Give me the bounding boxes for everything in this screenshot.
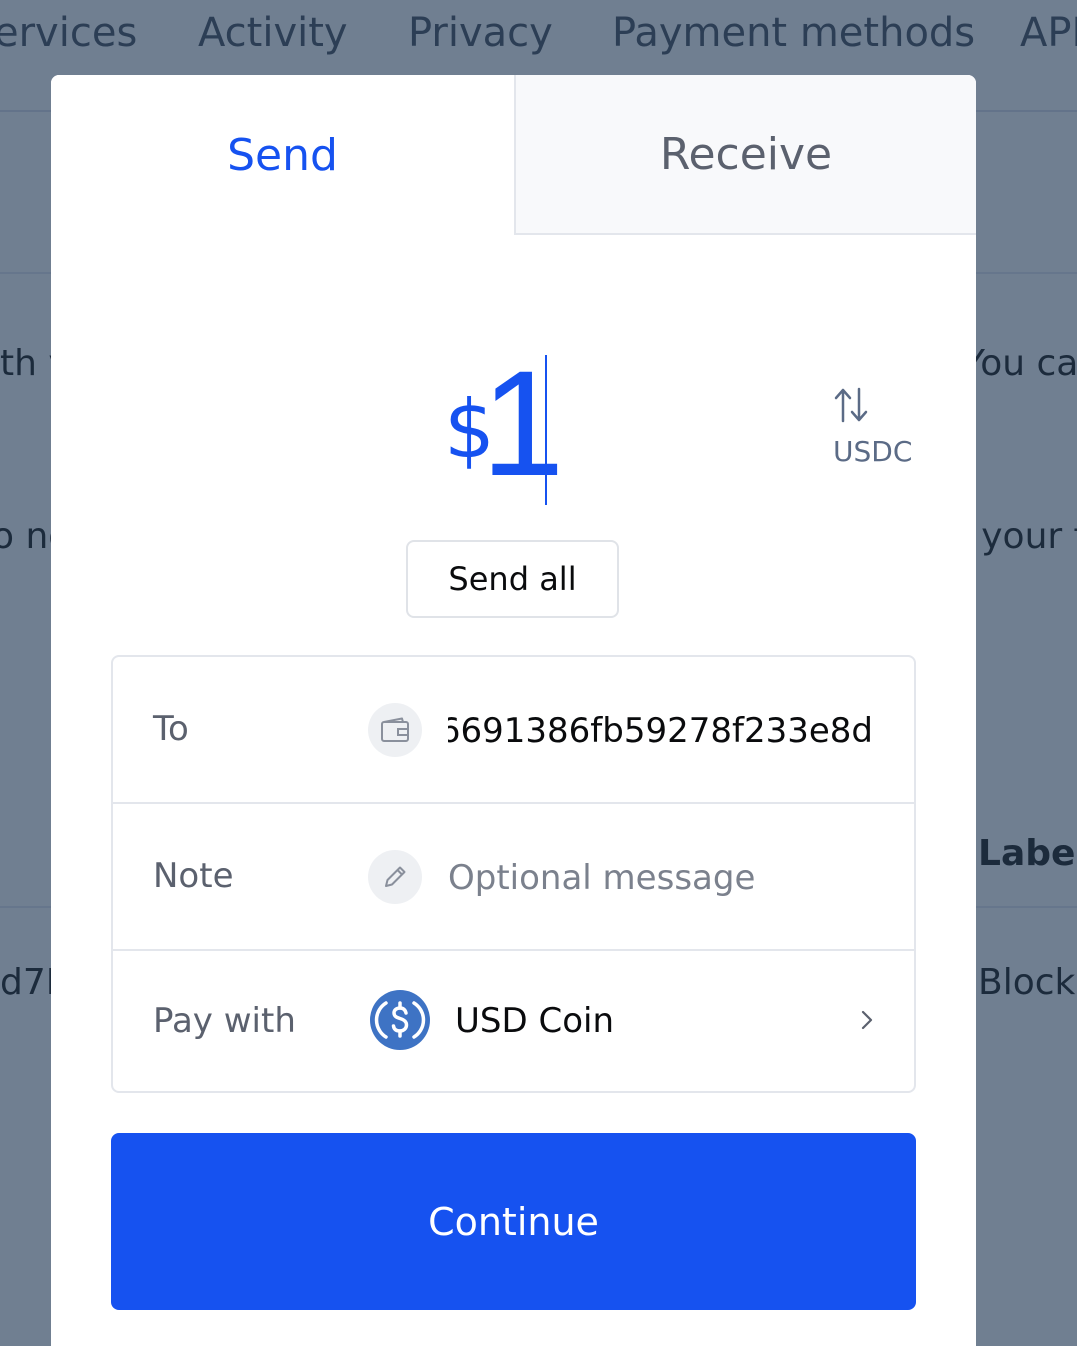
send-receive-modal: Send Receive $ 1 USDC Send all To 366913…: [51, 75, 976, 1346]
continue-button[interactable]: Continue: [111, 1133, 916, 1310]
page: ervices Activity Privacy Payment methods…: [0, 0, 1077, 1346]
bg-nav-item-payment-methods: Payment methods: [612, 10, 976, 56]
usd-coin-icon: [370, 990, 430, 1050]
chevron-right-icon: [861, 1010, 873, 1030]
pencil-icon: [368, 850, 422, 904]
to-label: To: [153, 709, 189, 749]
currency-unit-label: USDC: [833, 435, 913, 468]
bg-nav-item-privacy: Privacy: [408, 10, 553, 56]
tab-receive[interactable]: Receive: [514, 75, 976, 235]
text-cursor: [545, 355, 547, 505]
note-row: Note: [113, 804, 914, 951]
tab-send[interactable]: Send: [51, 75, 514, 235]
bg-nav-item-services: ervices: [0, 10, 138, 56]
amount-display[interactable]: $ 1 USDC: [51, 343, 976, 515]
wallet-icon: [368, 703, 422, 757]
note-input[interactable]: [448, 848, 878, 908]
send-all-button[interactable]: Send all: [406, 540, 619, 618]
bg-text-fragment: Label: [978, 833, 1077, 874]
send-form: To Note: [111, 655, 916, 1093]
bg-nav-item-activity: Activity: [198, 10, 348, 56]
bg-text-fragment: You can: [963, 343, 1077, 384]
pay-with-row[interactable]: Pay with USD Coin: [113, 951, 914, 1091]
recipient-address-input[interactable]: [448, 701, 873, 761]
amount-value[interactable]: 1: [481, 343, 564, 503]
payment-asset-name: USD Coin: [455, 1001, 614, 1041]
to-row: To: [113, 657, 914, 804]
bg-text-fragment: Block: [978, 962, 1076, 1003]
bg-nav-item-api: API: [1020, 10, 1077, 56]
currency-switch-button[interactable]: USDC: [831, 385, 921, 475]
swap-vertical-icon: [834, 387, 868, 423]
pay-with-label: Pay with: [153, 1001, 296, 1041]
note-label: Note: [153, 856, 234, 896]
